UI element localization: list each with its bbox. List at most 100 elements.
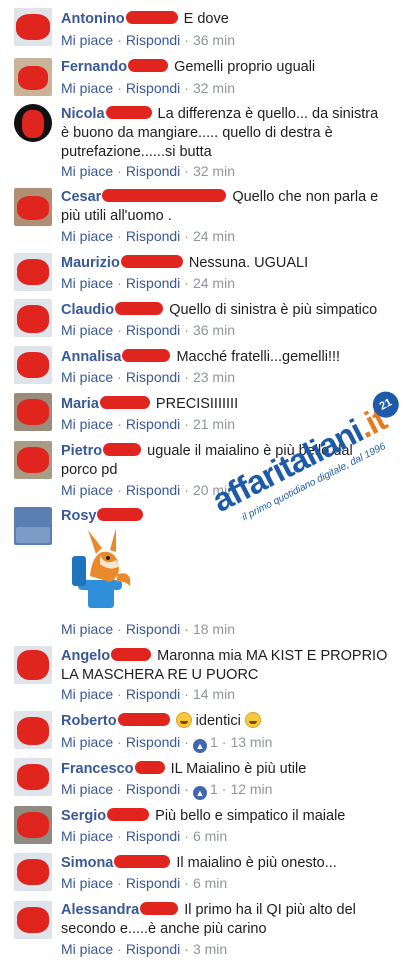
timestamp[interactable]: 21 min xyxy=(193,416,235,432)
redaction xyxy=(102,189,227,202)
avatar[interactable] xyxy=(14,188,52,226)
redaction xyxy=(134,761,165,774)
thumbs-up-icon[interactable]: ▲ xyxy=(192,739,207,753)
like-link[interactable]: Mi piace xyxy=(61,686,113,702)
timestamp[interactable]: 3 min xyxy=(193,941,227,957)
like-link[interactable]: Mi piace xyxy=(61,228,113,244)
commenter-name[interactable]: Simona xyxy=(61,855,113,871)
like-link[interactable]: Mi piace xyxy=(61,369,113,385)
grinning-emoji-icon xyxy=(175,712,192,728)
timestamp[interactable]: 36 min xyxy=(193,32,235,48)
avatar[interactable] xyxy=(14,299,52,337)
commenter-name[interactable]: Antonino xyxy=(61,11,125,27)
reply-link[interactable]: Rispondi xyxy=(126,32,180,48)
commenter-name[interactable]: Nicola xyxy=(61,106,105,122)
like-link[interactable]: Mi piace xyxy=(61,322,113,338)
like-link[interactable]: Mi piace xyxy=(61,875,113,891)
reply-link[interactable]: Rispondi xyxy=(126,941,180,957)
commenter-name[interactable]: Maurizio xyxy=(61,255,120,271)
reply-link[interactable]: Rispondi xyxy=(126,228,180,244)
like-count[interactable]: 1 xyxy=(210,781,218,797)
avatar[interactable] xyxy=(14,711,52,749)
avatar[interactable] xyxy=(14,901,52,939)
timestamp[interactable]: 36 min xyxy=(193,322,235,338)
timestamp[interactable]: 14 min xyxy=(193,686,235,702)
reply-link[interactable]: Rispondi xyxy=(126,781,180,797)
comment-actions: Mi piace · Rispondi · 6 min xyxy=(61,828,228,844)
redaction xyxy=(97,508,144,521)
timestamp[interactable]: 6 min xyxy=(193,828,227,844)
avatar[interactable] xyxy=(14,8,52,46)
like-link[interactable]: Mi piace xyxy=(61,416,113,432)
like-link[interactable]: Mi piace xyxy=(61,482,113,498)
redaction xyxy=(120,255,183,268)
reply-link[interactable]: Rispondi xyxy=(126,875,180,891)
reply-link[interactable]: Rispondi xyxy=(126,322,180,338)
thumbs-up-icon[interactable]: ▲ xyxy=(192,786,207,800)
like-link[interactable]: Mi piace xyxy=(61,781,113,797)
reply-link[interactable]: Rispondi xyxy=(126,734,180,750)
commenter-name[interactable]: Maria xyxy=(61,396,99,412)
like-link[interactable]: Mi piace xyxy=(61,163,113,179)
comment-actions: Mi piace · Rispondi · 6 min xyxy=(61,875,228,891)
reply-link[interactable]: Rispondi xyxy=(126,275,180,291)
comment-actions: Mi piace · Rispondi · 14 min xyxy=(61,686,235,702)
commenter-name[interactable]: Francesco xyxy=(61,761,134,777)
timestamp[interactable]: 32 min xyxy=(193,163,235,179)
avatar[interactable] xyxy=(14,441,52,479)
like-count[interactable]: 1 xyxy=(210,734,218,750)
commenter-name[interactable]: Fernando xyxy=(61,59,127,75)
timestamp[interactable]: 18 min xyxy=(193,621,235,637)
reply-link[interactable]: Rispondi xyxy=(126,416,180,432)
comment-actions: Mi piace · Rispondi · 18 min xyxy=(61,621,235,637)
reply-link[interactable]: Rispondi xyxy=(126,80,180,96)
like-link[interactable]: Mi piace xyxy=(61,80,113,96)
commenter-name[interactable]: Roberto xyxy=(61,713,117,729)
reply-link[interactable]: Rispondi xyxy=(126,828,180,844)
reply-link[interactable]: Rispondi xyxy=(126,482,180,498)
comment-actions: Mi piace · Rispondi · ▲ 1 · 12 min xyxy=(61,781,273,800)
commenter-name[interactable]: Annalisa xyxy=(61,349,121,365)
like-link[interactable]: Mi piace xyxy=(61,828,113,844)
avatar[interactable] xyxy=(14,346,52,384)
avatar[interactable] xyxy=(14,806,52,844)
timestamp[interactable]: 23 min xyxy=(193,369,235,385)
reply-link[interactable]: Rispondi xyxy=(126,369,180,385)
commenter-name[interactable]: Rosy xyxy=(61,508,96,524)
reply-link[interactable]: Rispondi xyxy=(126,163,180,179)
avatar[interactable] xyxy=(14,253,52,291)
timestamp[interactable]: 12 min xyxy=(230,781,272,797)
like-link[interactable]: Mi piace xyxy=(61,275,113,291)
commenter-name[interactable]: Claudio xyxy=(61,302,114,318)
avatar[interactable] xyxy=(14,853,52,891)
commenter-name[interactable]: Angelo xyxy=(61,648,110,664)
timestamp[interactable]: 24 min xyxy=(193,228,235,244)
comment-actions: Mi piace · Rispondi · 3 min xyxy=(61,941,228,957)
avatar[interactable] xyxy=(14,646,52,684)
like-link[interactable]: Mi piace xyxy=(61,941,113,957)
comment-actions: Mi piace · Rispondi · 36 min xyxy=(61,32,235,48)
timestamp[interactable]: 13 min xyxy=(230,734,272,750)
like-link[interactable]: Mi piace xyxy=(61,32,113,48)
commenter-name[interactable]: Sergio xyxy=(61,808,106,824)
avatar[interactable] xyxy=(14,58,52,96)
timestamp[interactable]: 6 min xyxy=(193,875,227,891)
commenter-name[interactable]: Cesar xyxy=(61,189,101,205)
comment-actions: Mi piace · Rispondi · 23 min xyxy=(61,369,235,385)
like-link[interactable]: Mi piace xyxy=(61,621,113,637)
avatar[interactable] xyxy=(14,507,52,545)
avatar[interactable] xyxy=(14,393,52,431)
avatar[interactable] xyxy=(14,104,52,142)
comment-actions: Mi piace · Rispondi · 21 min xyxy=(61,416,235,432)
timestamp[interactable]: 24 min xyxy=(193,275,235,291)
like-link[interactable]: Mi piace xyxy=(61,734,113,750)
commenter-name[interactable]: Alessandra xyxy=(61,902,139,918)
reply-link[interactable]: Rispondi xyxy=(126,686,180,702)
redaction xyxy=(140,902,179,915)
timestamp[interactable]: 32 min xyxy=(193,80,235,96)
redaction xyxy=(111,648,152,661)
commenter-name[interactable]: Pietro xyxy=(61,443,102,459)
redaction xyxy=(125,11,178,24)
avatar[interactable] xyxy=(14,758,52,796)
reply-link[interactable]: Rispondi xyxy=(126,621,180,637)
